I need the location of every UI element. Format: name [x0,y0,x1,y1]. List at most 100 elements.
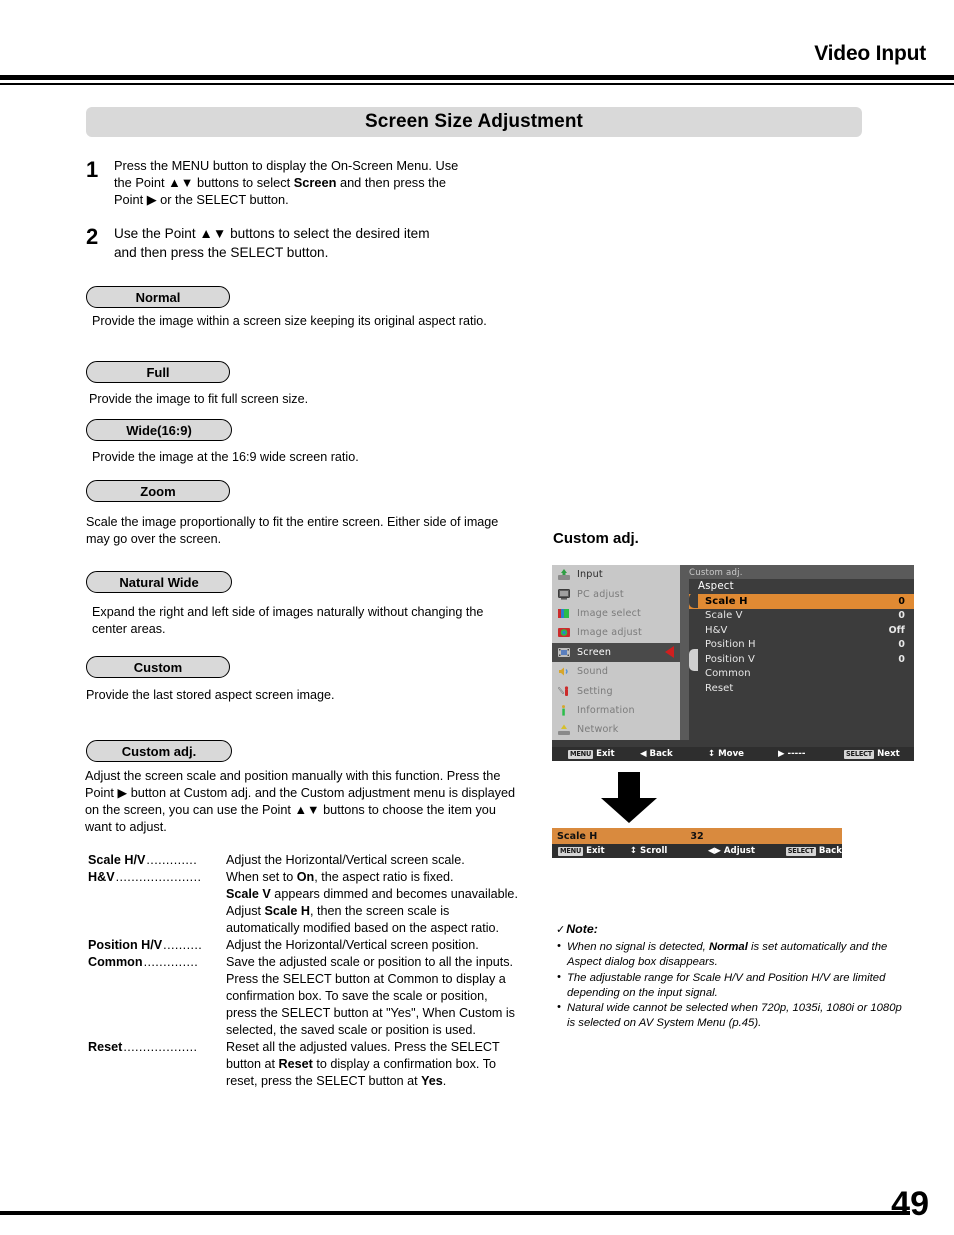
up-down-arrow-icon: ↕ [708,749,716,759]
scale-key-scroll-label: Scroll [640,846,668,856]
osd-panel-item-scale-v[interactable]: Scale V 0 [689,609,914,624]
definition-term-reset: Reset [88,1040,123,1054]
osd-menu-label-pc-adjust: PC adjust [577,588,624,600]
osd-menu-item-sound[interactable]: Sound [552,662,680,681]
option-pill-natural-wide[interactable]: Natural Wide [86,571,232,593]
option-pill-normal[interactable]: Normal [86,286,230,308]
step-2-number: 2 [86,224,99,249]
scale-h-value-bar[interactable]: Scale H 32 [552,828,842,844]
osd-breadcrumb: Custom adj. [689,568,743,578]
pc-adjust-icon [557,588,571,601]
definition-row-scale-hv: Scale H/V ............. Adjust the Horiz… [88,852,518,869]
note-title-text: Note: [566,922,598,936]
custom-adj-definition-list: Scale H/V ............. Adjust the Horiz… [88,852,518,1090]
osd-menu-item-information[interactable]: Information [552,701,680,720]
option-pill-custom[interactable]: Custom [86,656,230,678]
osd-panel-value-scale-h: 0 [898,595,905,607]
osd-panel-item-position-h[interactable]: Position H 0 [689,638,914,653]
definition-row-reset: Reset ................... Reset all the … [88,1039,518,1090]
osd-key-exit-label: Exit [596,749,615,759]
up-down-arrow-icon-2: ↕ [629,846,638,856]
step-2: 2 Use the Point ▲▼ buttons to select the… [86,225,526,263]
osd-panel-item-common[interactable]: Common [689,667,914,682]
osd-panel-label-scale-v: Scale V [705,610,743,622]
down-arrow-icon [600,772,658,829]
osd-menu-item-image-select[interactable]: Image select [552,604,680,623]
osd-panel-value-position-h: 0 [898,639,905,651]
menu-keycap-icon: MENU [568,749,594,759]
section-banner: Screen Size Adjustment [86,107,862,137]
osd-menu-item-setting[interactable]: Setting [552,681,680,700]
option-pill-wide[interactable]: Wide(16:9) [86,419,232,441]
osd-panel-label-hv: H&V [705,624,728,636]
osd-sidebar: Input PC adjust Image select Image adjus… [552,565,680,740]
definition-text-hv: When set to On, the aspect ratio is fixe… [226,870,454,884]
definition-text-hv-cont: Scale V appears dimmed and becomes unava… [226,887,518,935]
osd-panel-label-position-v: Position V [705,653,755,665]
scale-h-name: Scale H [557,830,598,842]
option-pill-custom-adj[interactable]: Custom adj. [86,740,232,762]
osd-key-next: SELECT Next [844,749,900,759]
note-list: When no signal is detected, Normal is se… [556,939,906,1031]
osd-menu-label-setting: Setting [577,685,613,697]
osd-menu-label-information: Information [577,704,635,716]
option-label-normal: Normal [135,289,181,305]
step-1: 1 Press the MENU button to display the O… [86,158,526,209]
osd-menu-item-screen[interactable]: Screen [552,642,680,662]
definition-dots-position-hv: .......... [163,938,203,952]
option-pill-zoom[interactable]: Zoom [86,480,230,502]
option-label-full: Full [146,364,170,380]
osd-menu-label-screen: Screen [577,646,612,658]
scale-key-exit-label: Exit [586,846,605,856]
osd-panel-label-common: Common [705,668,751,680]
option-desc-zoom: Scale the image proportionally to fit th… [86,515,499,546]
osd-key-dots-label: ----- [787,749,806,759]
panel-tab-notch [689,593,698,608]
definition-dots-hv: ...................... [115,870,202,884]
option-pill-full[interactable]: Full [86,361,230,383]
definition-term-position-hv: Position H/V [88,938,163,952]
osd-panel-item-reset[interactable]: Reset [689,681,914,696]
menu-keycap-icon-2: MENU [558,846,584,856]
option-label-zoom: Zoom [140,483,176,499]
osd-detail-panel: Custom adj. Aspect Scale H 0 Scale V 0 H… [680,565,914,740]
osd-panel-item-hv[interactable]: H&V Off [689,623,914,638]
osd-menu-item-network[interactable]: Network [552,720,680,739]
osd-panel-label-scale-h: Scale H [705,595,748,607]
definition-text-scale-hv: Adjust the Horizontal/Vertical screen sc… [226,853,465,867]
osd-panel-item-position-v[interactable]: Position V 0 [689,652,914,667]
footer-rule [0,1211,910,1215]
screen-icon [557,646,571,659]
option-desc-wide: Provide the image at the 16:9 wide scree… [92,450,359,464]
osd-caption: Custom adj. [553,530,639,547]
osd-menu-item-image-adjust[interactable]: Image adjust [552,623,680,642]
note-block: ✓Note: When no signal is detected, Norma… [556,922,906,1032]
step-1-text: Press the MENU button to display the On-… [114,158,459,207]
scale-key-back: SELECT Back [785,846,842,856]
osd-menu-item-pc-adjust[interactable]: PC adjust [552,584,680,603]
left-right-arrow-icon: ◀▶ [707,846,721,856]
osd-screenshot: Input PC adjust Image select Image adjus… [552,565,914,761]
osd-panel-item-scale-h[interactable]: Scale H 0 [689,594,914,609]
osd-menu-item-input[interactable]: Input [552,565,680,584]
scale-h-key-guide-bar: MENU Exit ↕ Scroll ◀▶ Adjust SELECT Back [552,844,842,858]
definition-term-hv: H&V [88,870,115,884]
step-2-text: Use the Point ▲▼ buttons to select the d… [114,226,430,260]
header-rule-thick [0,75,954,80]
image-adjust-icon [557,626,571,639]
option-desc-normal: Provide the image within a screen size k… [92,314,487,328]
option-desc-full: Provide the image to fit full screen siz… [89,392,309,406]
option-label-custom: Custom [133,659,183,675]
option-desc-natural-wide: Expand the right and left side of images… [92,605,484,636]
option-label-wide: Wide(16:9) [126,422,192,438]
osd-key-back-label: Back [649,749,673,759]
manual-page: Video Input Screen Size Adjustment 1 Pre… [0,0,954,1235]
osd-panel-label-position-h: Position H [705,639,756,651]
osd-menu-label-network: Network [577,724,619,736]
osd-panel-label-reset: Reset [705,682,734,694]
page-number: 49 [891,1185,929,1223]
scale-key-scroll: ↕ Scroll [630,846,708,856]
sound-icon [557,665,571,678]
definition-row-common: Common .............. Save the adjusted … [88,954,518,1039]
osd-panel-value-hv: Off [888,624,905,636]
